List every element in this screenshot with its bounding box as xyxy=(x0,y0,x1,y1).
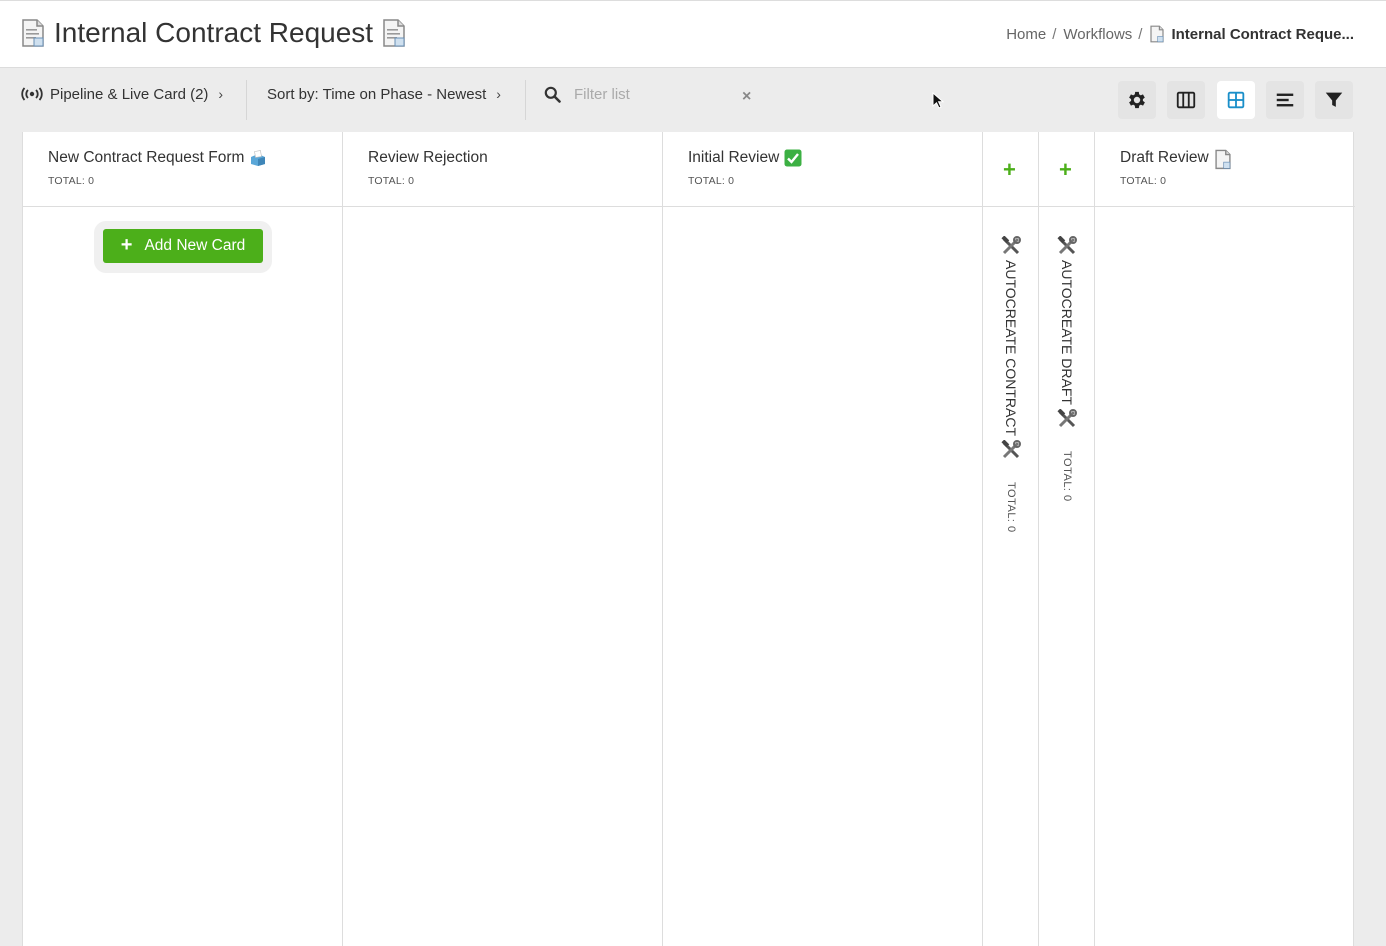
search-icon xyxy=(544,86,561,103)
mouse-cursor-icon xyxy=(932,91,946,110)
settings-button[interactable] xyxy=(1118,81,1156,119)
collapsed-phase-column[interactable]: + AUTOCREATE CONTRACT TOTAL: 0 xyxy=(983,132,1039,946)
filter-box xyxy=(544,68,734,120)
phase-column: Review Rejection TOTAL: 0 xyxy=(343,132,663,946)
columns-view-button[interactable] xyxy=(1167,81,1205,119)
filter-input[interactable] xyxy=(574,85,734,103)
columns-icon xyxy=(1175,89,1197,111)
collapsed-column-label: AUTOCREATE CONTRACT TOTAL: 0 xyxy=(1001,232,1021,533)
expand-plus-icon[interactable]: + xyxy=(1003,159,1016,181)
sort-selector[interactable]: Sort by: Time on Phase - Newest › xyxy=(267,68,501,120)
column-total: TOTAL: 0 xyxy=(1120,175,1167,187)
plus-icon: + xyxy=(120,233,133,256)
page-title-text: Internal Contract Request xyxy=(54,17,374,48)
chevron-right-icon: › xyxy=(218,86,224,102)
breadcrumb-current: Internal Contract Reque... xyxy=(1149,25,1354,43)
ballot-box-icon xyxy=(249,149,267,167)
collapsed-phase-column[interactable]: + AUTOCREATE DRAFT TOTAL: 0 xyxy=(1039,132,1095,946)
hammer-wrench-icon xyxy=(1001,235,1021,256)
column-title: Draft Review xyxy=(1120,149,1355,170)
hammer-wrench-icon xyxy=(1057,235,1077,256)
toolbar: Pipeline & Live Card (2) › Sort by: Time… xyxy=(0,68,1386,132)
column-header[interactable]: Review Rejection TOTAL: 0 xyxy=(343,132,662,207)
add-new-card-button[interactable]: + Add New Card xyxy=(103,229,263,263)
grid-icon xyxy=(1225,89,1247,111)
column-title: Review Rejection xyxy=(368,149,488,166)
breadcrumb-home[interactable]: Home xyxy=(1006,26,1046,43)
phase-column: Initial Review TOTAL: 0 xyxy=(663,132,983,946)
document-icon xyxy=(1149,25,1165,43)
column-header[interactable]: Initial Review TOTAL: 0 xyxy=(663,132,982,207)
breadcrumb-separator: / xyxy=(1052,25,1057,43)
column-title: Initial Review xyxy=(688,149,982,167)
page-title: Internal Contract Request xyxy=(20,17,407,49)
phase-column: New Contract Request Form TOTAL: 0 + Add… xyxy=(23,132,343,946)
column-total: TOTAL: 0 xyxy=(368,175,415,187)
clear-filter-icon[interactable]: × xyxy=(742,88,751,106)
document-icon xyxy=(1214,149,1232,170)
column-total: TOTAL: 0 xyxy=(1061,450,1073,502)
kanban-board: New Contract Request Form TOTAL: 0 + Add… xyxy=(22,132,1355,946)
hammer-wrench-icon xyxy=(1001,439,1021,460)
hammer-wrench-icon xyxy=(1057,408,1077,429)
expand-plus-icon[interactable]: + xyxy=(1059,159,1072,181)
breadcrumb: Home / Workflows / Internal Contract Req… xyxy=(1006,25,1354,43)
collapsed-column-label: AUTOCREATE DRAFT TOTAL: 0 xyxy=(1057,232,1077,502)
document-icon xyxy=(381,18,407,48)
list-icon xyxy=(1274,89,1296,111)
pipeline-selector[interactable]: Pipeline & Live Card (2) › xyxy=(20,68,223,120)
chevron-right-icon: › xyxy=(496,86,501,102)
breadcrumb-workflows[interactable]: Workflows xyxy=(1063,26,1132,43)
column-total: TOTAL: 0 xyxy=(688,175,735,187)
breadcrumb-current-label: Internal Contract Reque... xyxy=(1171,25,1354,43)
column-header[interactable]: New Contract Request Form TOTAL: 0 xyxy=(23,132,342,207)
column-total: TOTAL: 0 xyxy=(48,175,95,187)
phase-column: Draft Review TOTAL: 0 xyxy=(1095,132,1355,946)
pipeline-label: Pipeline & Live Card (2) xyxy=(50,85,209,103)
add-new-card-label: Add New Card xyxy=(144,237,246,254)
column-header: + xyxy=(1039,132,1094,207)
add-card-wrapper: + Add New Card xyxy=(94,221,272,273)
toolbar-divider xyxy=(246,80,247,120)
broadcast-icon xyxy=(20,87,44,101)
grid-view-button[interactable] xyxy=(1217,81,1255,119)
page-header: Internal Contract Request Home / Workflo… xyxy=(0,0,1386,68)
filter-button[interactable] xyxy=(1315,81,1353,119)
column-total: TOTAL: 0 xyxy=(1005,482,1017,533)
column-title: New Contract Request Form xyxy=(48,149,342,167)
toolbar-divider xyxy=(525,80,526,120)
list-view-button[interactable] xyxy=(1266,81,1304,119)
column-header: + xyxy=(983,132,1038,207)
funnel-icon xyxy=(1323,89,1345,111)
check-mark-icon xyxy=(784,149,802,167)
sort-label: Sort by: Time on Phase - Newest xyxy=(267,85,487,103)
breadcrumb-separator: / xyxy=(1138,25,1143,43)
document-icon xyxy=(20,18,46,48)
gear-icon xyxy=(1126,89,1148,111)
column-header[interactable]: Draft Review TOTAL: 0 xyxy=(1095,132,1355,207)
